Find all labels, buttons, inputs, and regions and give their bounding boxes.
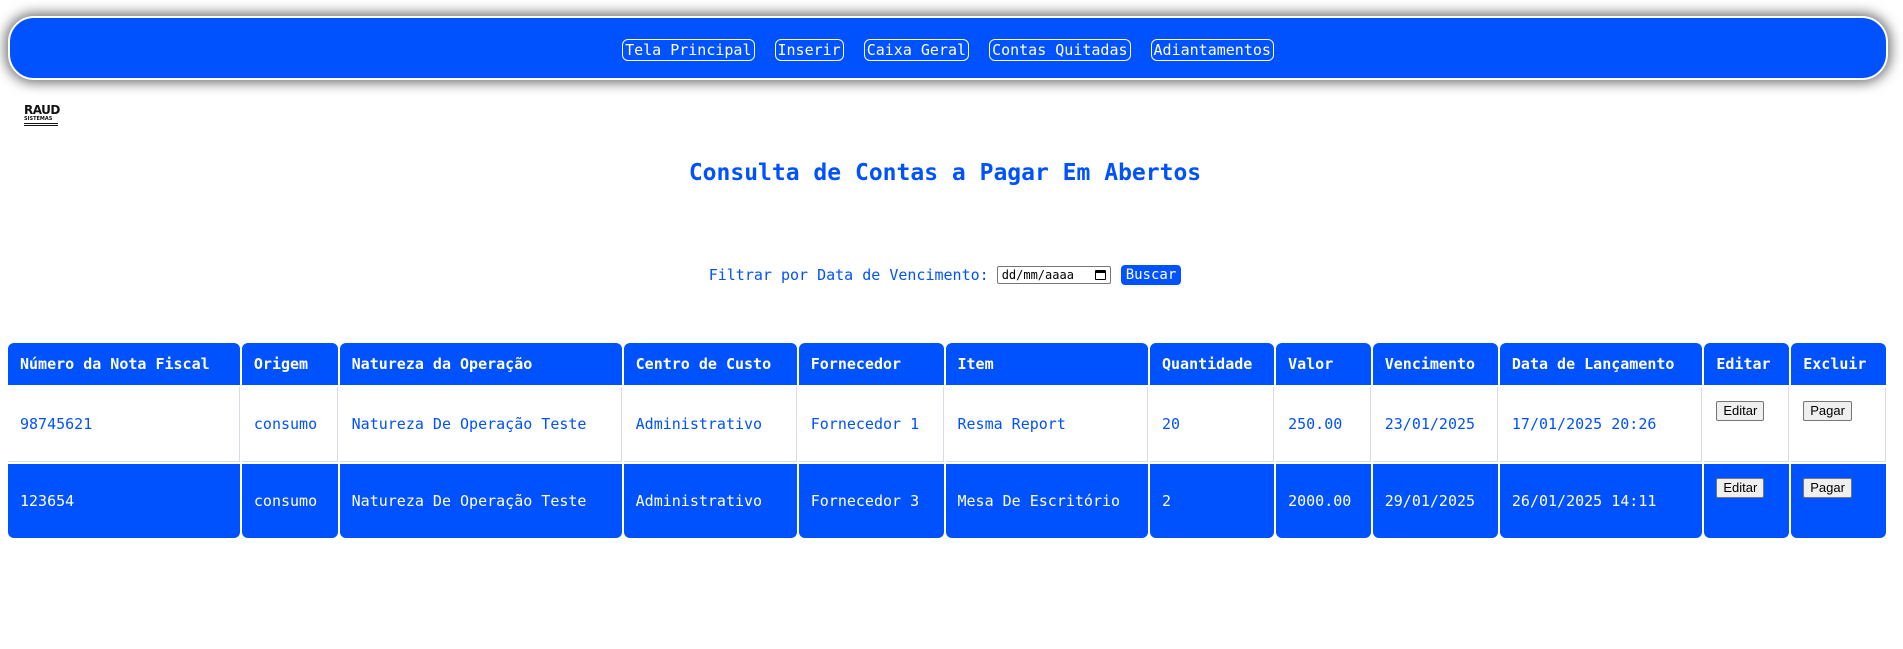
search-button[interactable]: Buscar xyxy=(1120,265,1182,285)
cell-lancamento: 17/01/2025 20:26 xyxy=(1499,387,1703,462)
pay-button[interactable]: Pagar xyxy=(1803,401,1852,421)
cell-edit: Editar xyxy=(1704,387,1790,462)
nav-contas-quitadas-button[interactable]: Contas Quitadas xyxy=(989,39,1131,61)
header-centro-custo: Centro de Custo xyxy=(623,343,797,385)
cell-item: Mesa De Escritório xyxy=(945,464,1148,538)
nav-tela-principal-button[interactable]: Tela Principal xyxy=(622,39,755,61)
header-item: Item xyxy=(945,343,1148,385)
cell-natureza: Natureza De Operação Teste xyxy=(339,464,622,538)
nav-inserir-button[interactable]: Inserir xyxy=(774,39,844,61)
company-logo: RAUD SISTEMAS xyxy=(24,103,62,131)
cell-origem: consumo xyxy=(241,464,338,538)
page-title: Consulta de Contas a Pagar Em Abertos xyxy=(688,160,1202,186)
table-row: 123654 consumo Natureza De Operação Test… xyxy=(8,464,1886,538)
date-placeholder: dd/mm/aaaa xyxy=(1001,268,1074,282)
cell-origem: consumo xyxy=(241,387,338,462)
nav-adiantamentos-button[interactable]: Adiantamentos xyxy=(1150,39,1274,61)
header-nota-fiscal: Número da Nota Fiscal xyxy=(8,343,240,385)
cell-centro: Administrativo xyxy=(623,387,797,462)
edit-button[interactable]: Editar xyxy=(1716,401,1765,421)
logo-text: RAUD xyxy=(24,103,60,117)
cell-valor: 2000.00 xyxy=(1276,464,1371,538)
cell-edit: Editar xyxy=(1704,464,1790,538)
cell-vencimento: 23/01/2025 xyxy=(1372,387,1498,462)
header-vencimento: Vencimento xyxy=(1372,343,1498,385)
cell-centro: Administrativo xyxy=(623,464,797,538)
header-data-lancamento: Data de Lançamento xyxy=(1499,343,1703,385)
edit-button[interactable]: Editar xyxy=(1716,478,1765,498)
cell-valor: 250.00 xyxy=(1276,387,1371,462)
nav-menu: Tela Principal Inserir Caixa Geral Conta… xyxy=(10,39,1886,61)
filter-label: Filtrar por Data de Vencimento: xyxy=(708,266,989,284)
table-row: 98745621 consumo Natureza De Operação Te… xyxy=(8,387,1886,462)
cell-pay: Pagar xyxy=(1791,387,1886,462)
calendar-icon[interactable] xyxy=(1094,270,1106,280)
header-quantidade: Quantidade xyxy=(1150,343,1275,385)
header-origem: Origem xyxy=(241,343,338,385)
cell-quantidade: 2 xyxy=(1150,464,1275,538)
cell-vencimento: 29/01/2025 xyxy=(1372,464,1498,538)
cell-nota: 98745621 xyxy=(8,387,240,462)
cell-fornecedor: Fornecedor 1 xyxy=(798,387,944,462)
nav-caixa-geral-button[interactable]: Caixa Geral xyxy=(863,39,970,61)
cell-quantidade: 20 xyxy=(1150,387,1275,462)
header-excluir: Excluir xyxy=(1791,343,1886,385)
header-valor: Valor xyxy=(1276,343,1371,385)
top-navigation-bar: Tela Principal Inserir Caixa Geral Conta… xyxy=(8,16,1888,80)
cell-fornecedor: Fornecedor 3 xyxy=(798,464,944,538)
cell-lancamento: 26/01/2025 14:11 xyxy=(1499,464,1703,538)
header-fornecedor: Fornecedor xyxy=(798,343,944,385)
cell-pay: Pagar xyxy=(1791,464,1886,538)
cell-natureza: Natureza De Operação Teste xyxy=(339,387,622,462)
logo-underline xyxy=(24,123,58,124)
cell-nota: 123654 xyxy=(8,464,240,538)
header-natureza: Natureza da Operação xyxy=(339,343,622,385)
accounts-payable-table: Número da Nota Fiscal Origem Natureza da… xyxy=(6,341,1888,540)
pay-button[interactable]: Pagar xyxy=(1803,478,1852,498)
table-header-row: Número da Nota Fiscal Origem Natureza da… xyxy=(8,343,1886,385)
logo-underline-2 xyxy=(24,125,58,126)
filter-bar: Filtrar por Data de Vencimento: dd/mm/aa… xyxy=(0,265,1890,285)
due-date-input[interactable]: dd/mm/aaaa xyxy=(996,266,1111,284)
header-editar: Editar xyxy=(1704,343,1790,385)
cell-item: Resma Report xyxy=(945,387,1148,462)
